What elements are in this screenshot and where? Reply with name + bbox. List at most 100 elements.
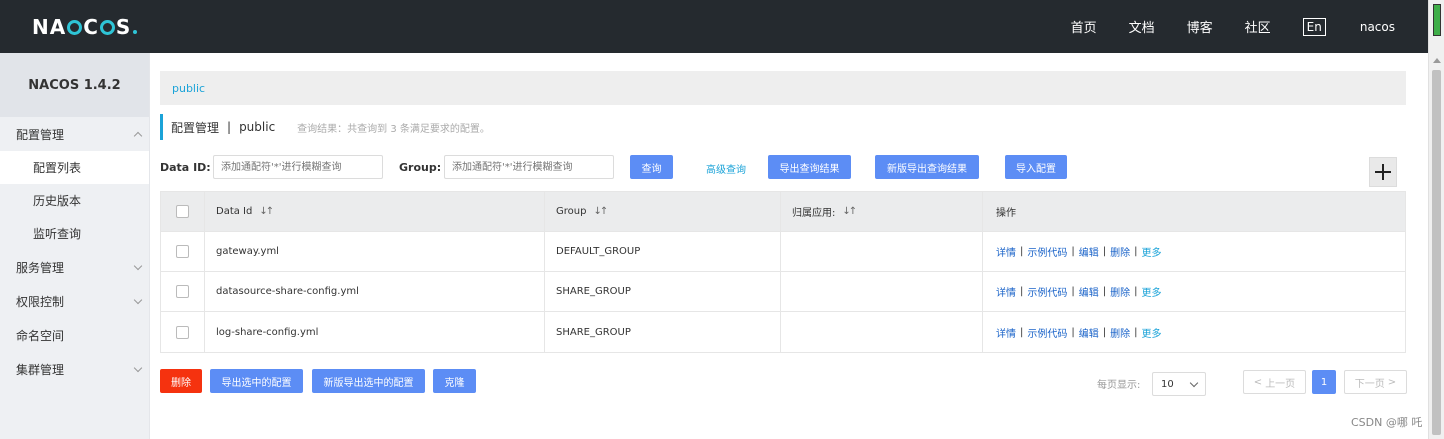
- op-delete[interactable]: 删除: [1110, 284, 1130, 299]
- header-ops: 操作: [983, 192, 1405, 231]
- header-dataid[interactable]: Data Id ↓↑: [205, 192, 545, 231]
- export-results-new-button[interactable]: 新版导出查询结果: [875, 155, 979, 179]
- dataid-input[interactable]: [213, 155, 383, 179]
- op-edit[interactable]: 编辑: [1079, 244, 1099, 259]
- sort-icon[interactable]: ↓↑: [593, 206, 608, 217]
- op-more[interactable]: 更多: [1142, 325, 1162, 340]
- page-1-button[interactable]: 1: [1312, 370, 1336, 394]
- cell-dataid: gateway.yml: [205, 232, 545, 271]
- sidebar-item-listener[interactable]: 监听查询: [0, 217, 149, 250]
- page-title-text: 配置管理: [171, 120, 220, 135]
- title-separator: |: [227, 120, 232, 134]
- sidebar-group-config[interactable]: 配置管理: [0, 117, 149, 151]
- cell-ops: 详情 | 示例代码 | 编辑 | 删除 | 更多: [983, 232, 1405, 271]
- op-sep: |: [1102, 286, 1107, 297]
- scroll-thumb[interactable]: [1432, 70, 1441, 435]
- plus-icon: [1375, 164, 1391, 180]
- nav-community[interactable]: 社区: [1245, 17, 1271, 36]
- sidebar-item-namespace[interactable]: 命名空间: [0, 318, 149, 352]
- select-all-checkbox[interactable]: [176, 205, 189, 218]
- namespace-tab-public[interactable]: public: [172, 82, 205, 95]
- sidebar-group-service[interactable]: 服务管理: [0, 250, 149, 284]
- op-sep: |: [1020, 326, 1024, 338]
- table-row: datasource-share-config.yml SHARE_GROUP …: [161, 272, 1405, 312]
- page-size-select[interactable]: 10: [1152, 372, 1206, 396]
- header-ops-label: 操作: [996, 208, 1016, 219]
- group-input[interactable]: [444, 155, 614, 179]
- op-edit[interactable]: 编辑: [1079, 325, 1099, 340]
- header-app[interactable]: 归属应用: ↓↑: [781, 192, 983, 231]
- main-content: public 配置管理 | public 查询结果：共查询到 3 条满足要求的配…: [150, 53, 1428, 439]
- add-config-button[interactable]: [1369, 157, 1397, 187]
- config-table: Data Id ↓↑ Group ↓↑ 归属应用: ↓↑ 操作 gateway.yml…: [160, 191, 1406, 353]
- cell-ops: 详情 | 示例代码 | 编辑 | 删除 | 更多: [983, 312, 1405, 352]
- cell-group: SHARE_GROUP: [545, 272, 781, 311]
- op-more[interactable]: 更多: [1142, 284, 1162, 299]
- row-checkbox-cell: [161, 232, 205, 271]
- op-more[interactable]: 更多: [1142, 244, 1162, 259]
- op-detail[interactable]: 详情: [996, 325, 1016, 340]
- filter-bar: Data ID: Group: 查询 高级查询 导出查询结果 新版导出查询结果 …: [160, 155, 1410, 181]
- op-sep: |: [1020, 246, 1024, 257]
- cell-app: [781, 312, 983, 352]
- sidebar-group-cluster[interactable]: 集群管理: [0, 352, 149, 386]
- header-app-label: 归属应用:: [792, 208, 836, 219]
- sidebar-item-config-list[interactable]: 配置列表: [0, 151, 149, 184]
- query-summary: 查询结果：共查询到 3 条满足要求的配置。: [297, 123, 490, 135]
- op-sep: |: [1102, 326, 1107, 338]
- top-nav: 首页 文档 博客 社区 En nacos: [1071, 0, 1428, 53]
- cell-group: DEFAULT_GROUP: [545, 232, 781, 271]
- page-size-value: 10: [1161, 378, 1174, 390]
- sidebar-group-auth[interactable]: 权限控制: [0, 284, 149, 318]
- clone-button[interactable]: 克隆: [433, 369, 476, 393]
- op-sep: |: [1020, 286, 1024, 297]
- export-selected-new-button[interactable]: 新版导出选中的配置: [312, 369, 425, 393]
- table-row: gateway.yml DEFAULT_GROUP 详情 | 示例代码 | 编辑 | …: [161, 232, 1405, 272]
- nacos-logo[interactable]: NA C S: [32, 15, 138, 39]
- cell-group: SHARE_GROUP: [545, 312, 781, 352]
- vertical-scrollbar[interactable]: [1428, 0, 1444, 439]
- op-sample-code[interactable]: 示例代码: [1027, 325, 1067, 340]
- chevron-left-icon: <: [1253, 376, 1263, 388]
- op-sample-code[interactable]: 示例代码: [1027, 244, 1067, 259]
- sidebar-item-history[interactable]: 历史版本: [0, 184, 149, 217]
- op-delete[interactable]: 删除: [1110, 244, 1130, 259]
- nav-home[interactable]: 首页: [1071, 17, 1097, 36]
- sort-icon[interactable]: ↓↑: [259, 206, 274, 217]
- user-name[interactable]: nacos: [1360, 20, 1395, 34]
- header-group[interactable]: Group ↓↑: [545, 192, 781, 231]
- import-config-button[interactable]: 导入配置: [1005, 155, 1067, 179]
- row-checkbox[interactable]: [176, 285, 189, 298]
- page-size-label: 每页显示:: [1097, 380, 1141, 391]
- table-footer: 删除 导出选中的配置 新版导出选中的配置 克隆 每页显示: 10 < 上一页 1…: [160, 369, 1410, 396]
- op-detail[interactable]: 详情: [996, 284, 1016, 299]
- row-checkbox[interactable]: [176, 325, 189, 339]
- op-detail[interactable]: 详情: [996, 244, 1016, 259]
- prev-page-button[interactable]: < 上一页: [1243, 370, 1306, 394]
- export-results-button[interactable]: 导出查询结果: [768, 155, 851, 179]
- export-selected-button[interactable]: 导出选中的配置: [210, 369, 303, 393]
- advanced-query-link[interactable]: 高级查询: [706, 161, 746, 176]
- row-checkbox[interactable]: [176, 245, 189, 258]
- scroll-up-arrow-icon[interactable]: [1433, 58, 1441, 63]
- op-sep: |: [1102, 246, 1107, 257]
- nav-blog[interactable]: 博客: [1187, 17, 1213, 36]
- nav-docs[interactable]: 文档: [1129, 17, 1155, 36]
- language-switch[interactable]: En: [1302, 17, 1326, 36]
- header-checkbox-cell: [161, 192, 205, 231]
- op-sample-code[interactable]: 示例代码: [1027, 284, 1067, 299]
- scroll-indicator: [1433, 4, 1441, 36]
- sidebar: NACOS 1.4.2 配置管理 配置列表 历史版本 监听查询 服务管理 权限控…: [0, 53, 150, 439]
- sort-icon[interactable]: ↓↑: [842, 206, 857, 217]
- row-checkbox-cell: [161, 272, 205, 311]
- next-page-button[interactable]: 下一页 >: [1344, 370, 1407, 394]
- query-button[interactable]: 查询: [630, 155, 673, 179]
- op-delete[interactable]: 删除: [1110, 325, 1130, 340]
- next-page-label: 下一页: [1354, 378, 1385, 390]
- group-label: Group:: [399, 161, 442, 174]
- chevron-down-icon: [1189, 378, 1199, 388]
- delete-selected-button[interactable]: 删除: [160, 369, 202, 393]
- sidebar-group-label: 命名空间: [16, 328, 65, 343]
- op-sep: |: [1134, 246, 1138, 257]
- op-edit[interactable]: 编辑: [1079, 284, 1099, 299]
